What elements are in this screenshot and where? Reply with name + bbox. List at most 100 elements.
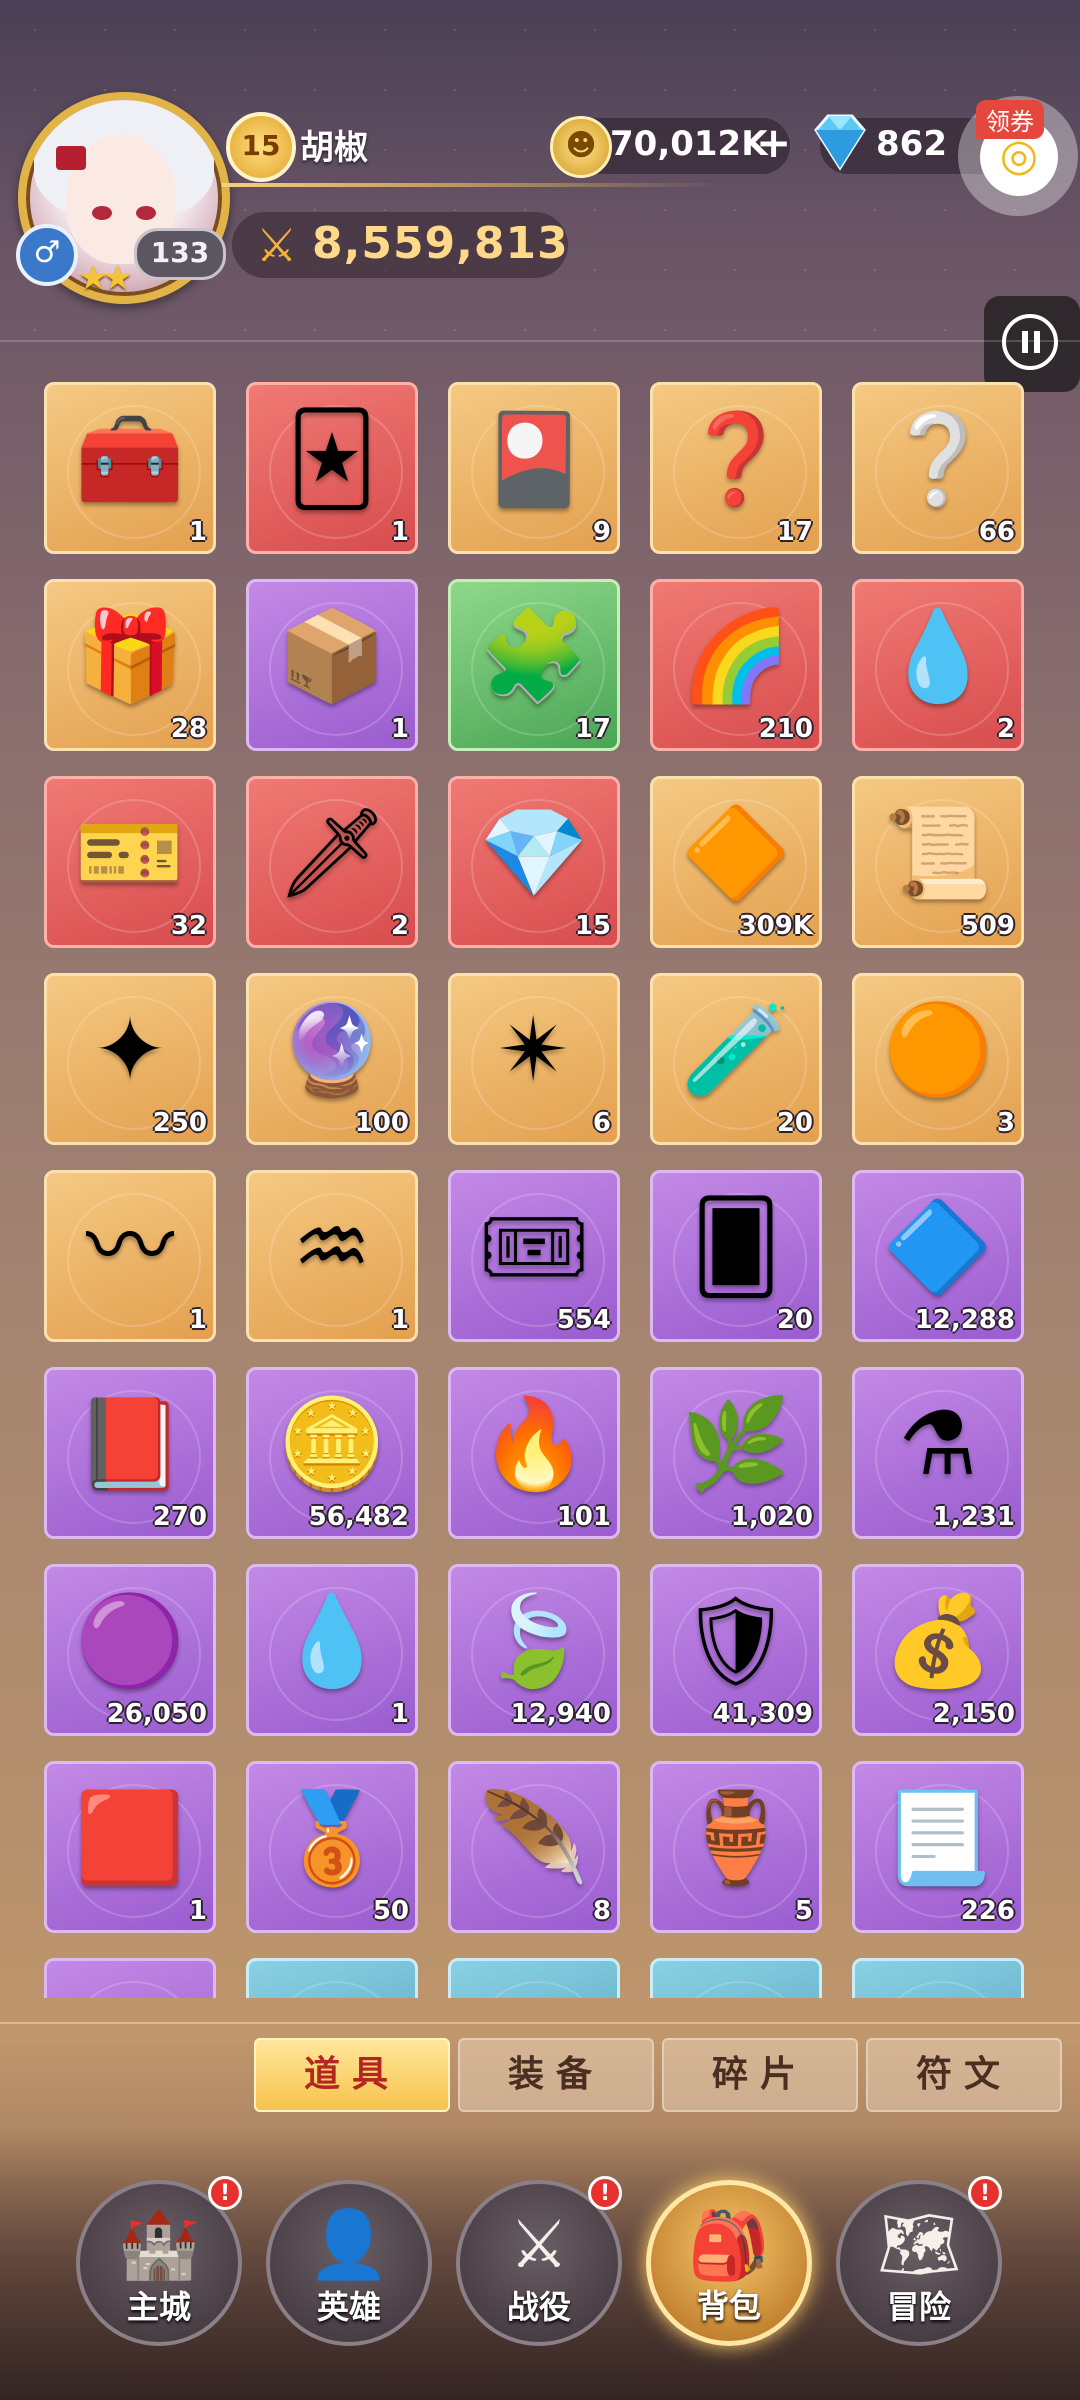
item-count: 250 — [152, 1108, 207, 1138]
inventory-slot[interactable] — [44, 1958, 216, 1998]
inventory-slot[interactable]: 🂠 20 — [650, 1170, 822, 1342]
inventory-slot[interactable]: ❔ 66 — [852, 382, 1024, 554]
inventory-slot[interactable]: 🃏 1 — [246, 382, 418, 554]
nav-label: 主城 — [126, 2288, 191, 2326]
inventory-slot[interactable]: ✴ 6 — [448, 973, 620, 1145]
item-count: 2 — [996, 714, 1015, 744]
inventory-slot[interactable]: 🔷 12,288 — [852, 1170, 1024, 1342]
potion-bottle-icon: ⚗ — [898, 1392, 978, 1495]
tab-0[interactable]: 道具 — [254, 2038, 450, 2112]
gold-pouch-icon: 💰 — [883, 1589, 993, 1692]
item-count: 101 — [556, 1502, 611, 1532]
blue-crystal-icon: 💎 — [479, 801, 589, 904]
nav-button-3[interactable]: 🎒 背包 — [646, 2180, 812, 2346]
inventory-slot[interactable]: 🔮 100 — [246, 973, 418, 1145]
inventory-slot[interactable]: 🌿 1,020 — [650, 1367, 822, 1539]
bronze-coin-icon: 🥉 — [277, 1786, 387, 1889]
item-count: 1 — [188, 1896, 207, 1926]
exp-bar — [222, 183, 722, 187]
tab-1[interactable]: 装备 — [458, 2038, 654, 2112]
red-crystal-icon: 🔶 — [681, 801, 791, 904]
inventory-slot[interactable]: ♒ 1 — [246, 1170, 418, 1342]
ticket-book-icon: 🎟 — [478, 1195, 590, 1298]
castle-icon: 🏰 — [117, 2206, 201, 2283]
item-count: 1 — [390, 714, 409, 744]
item-count: 20 — [776, 1305, 813, 1335]
inventory-slot[interactable] — [448, 1958, 620, 1998]
inventory-slot[interactable]: ⚗ 1,231 — [852, 1367, 1024, 1539]
inventory-slot[interactable]: 🍃 12,940 — [448, 1564, 620, 1736]
tabs-divider — [0, 2022, 1080, 2024]
alert-badge: ! — [588, 2176, 622, 2210]
inventory-slot[interactable]: 📕 270 — [44, 1367, 216, 1539]
tab-2[interactable]: 碎片 — [662, 2038, 858, 2112]
inventory-slot[interactable]: 💧 2 — [852, 579, 1024, 751]
player-header: ♂ ★★ 133 15 胡椒 ☻ 70,012K + 862 ◎ 领券 ⚔ 8,… — [0, 0, 1080, 340]
inventory-slot[interactable]: 🪙 56,482 — [246, 1367, 418, 1539]
inventory-slot[interactable]: 🧪 20 — [650, 973, 822, 1145]
inventory-slot[interactable]: 💰 2,150 — [852, 1564, 1024, 1736]
player-level-badge: 15 — [226, 112, 296, 182]
player-name[interactable]: 胡椒 — [300, 120, 368, 169]
item-count: 1 — [188, 517, 207, 547]
item-count: 554 — [556, 1305, 611, 1335]
inventory-slot[interactable]: ❓ 17 — [650, 382, 822, 554]
super-scroll-icon: 📃 — [883, 1786, 993, 1889]
inventory-slot[interactable]: 🟥 1 — [44, 1761, 216, 1933]
inventory-slot[interactable]: 📜 509 — [852, 776, 1024, 948]
coupon-label[interactable]: 领券 — [976, 100, 1044, 139]
inventory-slot[interactable]: 🎁 28 — [44, 579, 216, 751]
inventory-slot[interactable]: 🧩 17 — [448, 579, 620, 751]
inventory-slot[interactable]: ✦ 250 — [44, 973, 216, 1145]
avatar-eye-right — [136, 206, 156, 220]
inventory-slot[interactable]: 🟠 3 — [852, 973, 1024, 1145]
summon-scroll-icon: 📜 — [883, 801, 993, 904]
inventory-slot[interactable]: 🛡 41,309 — [650, 1564, 822, 1736]
mystery-card-pack-large-icon: ❔ — [883, 407, 993, 510]
item-count: 50 — [372, 1896, 409, 1926]
gem-amount: 862 — [876, 124, 947, 164]
item-count: 6 — [592, 1108, 611, 1138]
gold-amount: 70,012K — [610, 124, 768, 164]
inventory-slot[interactable]: 🎴 9 — [448, 382, 620, 554]
inventory-slot[interactable]: 🎟 554 — [448, 1170, 620, 1342]
inventory-slot[interactable]: 📦 1 — [246, 579, 418, 751]
item-count: 15 — [574, 911, 611, 941]
inventory-slot[interactable]: 🧰 1 — [44, 382, 216, 554]
pause-icon[interactable] — [1002, 314, 1058, 370]
inventory-slot[interactable]: 🌈 210 — [650, 579, 822, 751]
rainbow-card-icon: 🌈 — [681, 604, 791, 707]
item-count: 1 — [390, 1305, 409, 1335]
spear-icon: 🗡 — [276, 801, 388, 904]
pause-button[interactable] — [984, 296, 1080, 392]
add-gold-button[interactable]: + — [756, 118, 791, 167]
tab-3[interactable]: 符文 — [866, 2038, 1062, 2112]
inventory-slot[interactable]: 📃 226 — [852, 1761, 1024, 1933]
inventory-slot[interactable]: 〰 1 — [44, 1170, 216, 1342]
inventory-slot[interactable]: 🗡 2 — [246, 776, 418, 948]
inventory-slot[interactable]: 🥉 50 — [246, 1761, 418, 1933]
inventory-slot[interactable]: 🏺 5 — [650, 1761, 822, 1933]
tarot-card-icon: 🃏 — [286, 407, 378, 510]
inventory-slot[interactable] — [852, 1958, 1024, 1998]
inventory-slot[interactable]: 🔶 309K — [650, 776, 822, 948]
inventory-slot[interactable]: 🔥 101 — [448, 1367, 620, 1539]
blue-medallion-icon: 🛡 — [680, 1589, 792, 1692]
item-count: 1,020 — [730, 1502, 813, 1532]
inventory-slot[interactable]: 🟣 26,050 — [44, 1564, 216, 1736]
inventory-slot[interactable] — [650, 1958, 822, 1998]
backpack-icon: 🎒 — [687, 2207, 771, 2284]
gold-coin-icon: 🪙 — [277, 1392, 387, 1495]
item-count: 8 — [592, 1896, 611, 1926]
inventory-slot[interactable]: 🎫 32 — [44, 776, 216, 948]
hero-power-badge: 133 — [134, 228, 226, 280]
item-count: 9 — [592, 517, 611, 547]
carpet-icon: 🟥 — [75, 1786, 185, 1889]
nav-button-1[interactable]: 👤 英雄 — [266, 2180, 432, 2346]
inventory-slot[interactable] — [246, 1958, 418, 1998]
voucher-ticket-icon: 🎫 — [75, 801, 185, 904]
inventory-slot[interactable]: 💎 15 — [448, 776, 620, 948]
inventory-slot[interactable]: 🪶 8 — [448, 1761, 620, 1933]
inventory-slot[interactable]: 💧 1 — [246, 1564, 418, 1736]
hero-card-pack-icon: 🎴 — [479, 407, 589, 510]
